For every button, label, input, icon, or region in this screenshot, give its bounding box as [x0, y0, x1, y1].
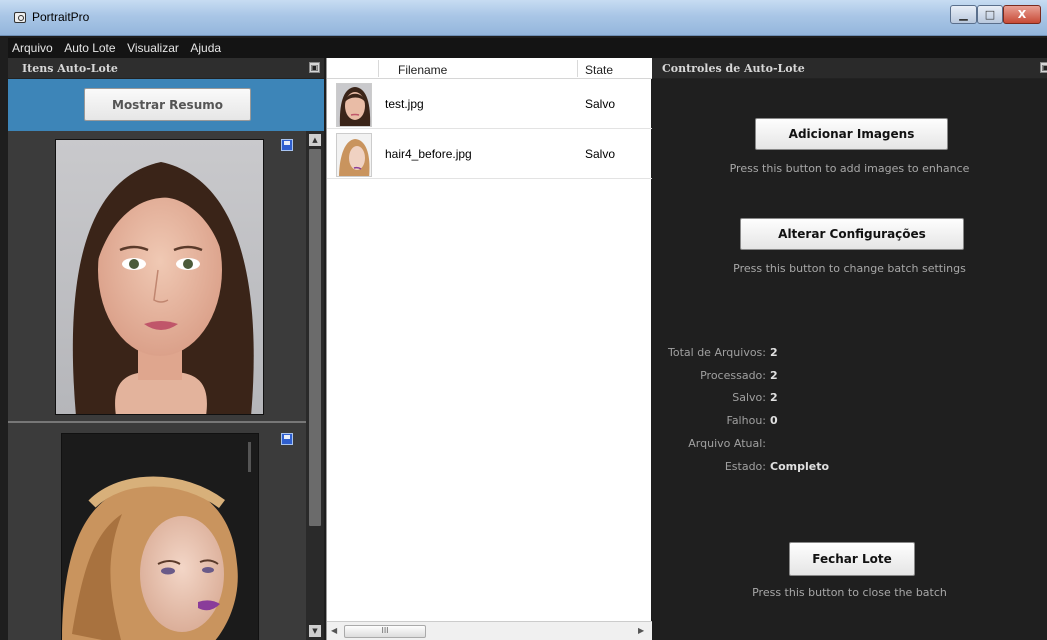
- file-list-horizontal-scrollbar[interactable]: ◀ III ▶: [327, 621, 652, 640]
- close-batch-hint: Press this button to close the batch: [752, 586, 947, 599]
- show-summary-button[interactable]: Mostrar Resumo: [84, 88, 251, 121]
- portrait-image: [61, 433, 259, 640]
- batch-controls-panel: Controles de Auto-Lote ▣ Adicionar Image…: [652, 58, 1047, 640]
- column-separator: [577, 60, 578, 77]
- column-state[interactable]: State: [585, 63, 613, 77]
- table-row[interactable]: hair4_before.jpg Salvo: [327, 130, 652, 179]
- stat-value: 2: [770, 369, 778, 382]
- batch-controls-header: Controles de Auto-Lote ▣: [652, 58, 1047, 79]
- add-images-button[interactable]: Adicionar Imagens: [755, 118, 948, 150]
- column-separator: [378, 60, 379, 77]
- close-window-button[interactable]: X: [1003, 5, 1041, 24]
- stat-value: Completo: [770, 460, 830, 473]
- portrait-image: [56, 140, 263, 414]
- add-images-hint: Press this button to add images to enhan…: [729, 162, 970, 175]
- thumbnail-scrollbar[interactable]: ▲ ▼: [306, 131, 324, 640]
- thumbnail-item[interactable]: [8, 131, 306, 423]
- file-state: Salvo: [585, 147, 616, 161]
- menu-ajuda[interactable]: Ajuda: [186, 38, 225, 55]
- file-thumbnail-image: [337, 84, 371, 126]
- stat-label: Falhou:: [726, 414, 767, 427]
- file-state: Salvo: [585, 97, 616, 111]
- batch-items-header: Itens Auto-Lote ▣: [8, 58, 324, 79]
- scroll-down-icon[interactable]: ▼: [309, 625, 321, 637]
- app-icon: [14, 12, 26, 23]
- scrollbar-thumb[interactable]: [309, 149, 321, 526]
- stat-failed: Falhou: 0: [652, 414, 1047, 430]
- stat-value: 2: [770, 346, 778, 359]
- change-settings-hint: Press this button to change batch settin…: [733, 262, 966, 275]
- change-settings-button[interactable]: Alterar Configurações: [740, 218, 964, 250]
- stat-label: Estado:: [724, 460, 766, 473]
- file-list: Filename State test.jpg Salvo hair4_befo…: [326, 58, 652, 640]
- scroll-up-icon[interactable]: ▲: [309, 134, 321, 146]
- thumbnail-list[interactable]: [8, 131, 306, 640]
- pin-icon[interactable]: ▣: [309, 62, 320, 73]
- stat-current-file: Arquivo Atual:: [652, 437, 1047, 453]
- batch-items-title: Itens Auto-Lote: [22, 62, 118, 75]
- menu-auto-lote[interactable]: Auto Lote: [60, 38, 119, 55]
- stat-processed: Processado: 2: [652, 369, 1047, 385]
- file-list-header: Filename State: [327, 58, 652, 79]
- portrait-image: [55, 139, 264, 415]
- minimize-button[interactable]: ▁: [950, 5, 977, 24]
- stat-label: Total de Arquivos:: [668, 346, 766, 359]
- table-row[interactable]: test.jpg Salvo: [327, 80, 652, 129]
- menu-bar: Arquivo Auto Lote Visualizar Ajuda: [8, 38, 1047, 58]
- close-batch-button[interactable]: Fechar Lote: [789, 542, 915, 576]
- scroll-left-icon[interactable]: ◀: [331, 626, 337, 635]
- pin-icon[interactable]: ▣: [1040, 62, 1047, 73]
- column-filename[interactable]: Filename: [398, 63, 447, 77]
- batch-controls-title: Controles de Auto-Lote: [662, 62, 805, 75]
- title-bar: PortraitPro ▁ □ X: [0, 0, 1047, 36]
- menu-visualizar[interactable]: Visualizar: [123, 38, 183, 55]
- save-icon[interactable]: [281, 139, 293, 151]
- portrait-image: [62, 434, 258, 640]
- menu-arquivo[interactable]: Arquivo: [8, 38, 57, 55]
- window-title: PortraitPro: [32, 10, 90, 24]
- stat-saved: Salvo: 2: [652, 391, 1047, 407]
- batch-items-panel: Itens Auto-Lote ▣ Mostrar Resumo ▲ ▼: [8, 58, 324, 640]
- stat-label: Salvo:: [732, 391, 766, 404]
- thumbnail-item[interactable]: [8, 425, 306, 640]
- save-icon[interactable]: [281, 433, 293, 445]
- stat-label: Processado:: [700, 369, 766, 382]
- file-thumbnail: [336, 133, 372, 177]
- summary-area: Mostrar Resumo: [8, 79, 324, 131]
- scroll-right-icon[interactable]: ▶: [638, 626, 644, 635]
- horizontal-scrollbar-thumb[interactable]: III: [344, 625, 426, 638]
- stat-label: Arquivo Atual:: [688, 437, 766, 450]
- stat-value: 2: [770, 391, 778, 404]
- stat-total-files: Total de Arquivos: 2: [652, 346, 1047, 362]
- stat-value: 0: [770, 414, 778, 427]
- file-name: hair4_before.jpg: [385, 147, 472, 161]
- file-thumbnail: [336, 83, 372, 127]
- stat-status: Estado: Completo: [652, 460, 1047, 476]
- file-thumbnail-image: [337, 134, 371, 176]
- file-name: test.jpg: [385, 97, 424, 111]
- maximize-button[interactable]: □: [977, 5, 1003, 24]
